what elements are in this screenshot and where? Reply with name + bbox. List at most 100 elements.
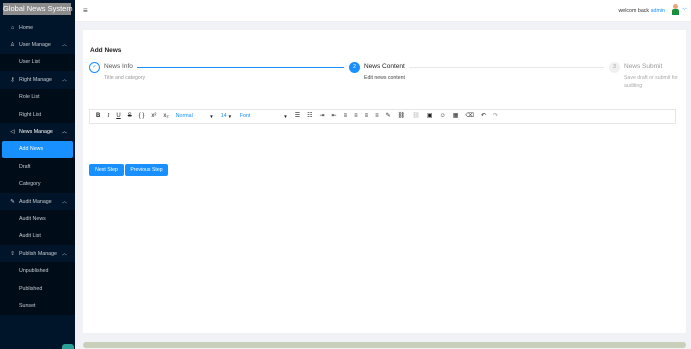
sidebar-item-right-manage[interactable]: ⚷ Right Manage ︿ [0, 71, 75, 88]
align-left-icon[interactable]: ≡ [344, 110, 348, 123]
subscript-button[interactable]: x₂ [163, 110, 168, 123]
step-2-title: News Content [364, 63, 405, 70]
sidebar-item-label: User Manage [19, 42, 51, 49]
page-title: Add News [90, 47, 122, 54]
superscript-button[interactable]: x² [151, 110, 156, 123]
sidebar-item-label: Audit Manage [19, 198, 52, 205]
font-size-value: 14 [220, 113, 227, 119]
content-card: Add News ✓ News Info Title and category … [83, 30, 686, 333]
indent-icon[interactable]: ⇥ [320, 110, 325, 123]
sidebar-item-home[interactable]: ⌂ Home [0, 19, 75, 36]
sidebar-item-draft[interactable]: Draft [0, 158, 75, 176]
sidebar-item-publish-manage[interactable]: ⇪ Publish Manage ︿ [0, 245, 75, 262]
menu-toggle-icon[interactable]: ≡ [83, 6, 88, 15]
sidebar: Global News System ⌂ Home ♙ User Manage ︿ U… [0, 0, 75, 349]
sidebar-item-label: News Manage [19, 129, 53, 136]
sidebar-item-audit-list[interactable]: Audit List [0, 227, 75, 246]
color-picker-icon[interactable]: ✎ [386, 110, 391, 123]
block-type-select[interactable]: Normal ▼ [176, 110, 214, 123]
step-2-number: 2 [349, 62, 360, 73]
sidebar-item-label: User List [19, 59, 40, 66]
sidebar-item-label: Right Manage [19, 76, 52, 83]
username: admin [650, 8, 665, 14]
link-icon[interactable]: ⛓ [398, 110, 406, 123]
strikethrough-button[interactable]: S [128, 110, 132, 123]
avatar-body [672, 9, 679, 15]
sidebar-item-label: Sunset [19, 302, 36, 309]
sidebar-item-label: Audit News [19, 215, 46, 222]
embed-icon[interactable]: ▦ [453, 110, 459, 123]
unlink-icon[interactable]: ⛓ [412, 110, 420, 123]
font-family-value: Font [239, 113, 251, 119]
editor-content-area[interactable] [89, 124, 676, 156]
sidebar-item-user-manage[interactable]: ♙ User Manage ︿ [0, 36, 75, 53]
sidebar-item-published[interactable]: Published [0, 279, 75, 298]
scrollbar-thumb[interactable] [62, 344, 74, 349]
align-right-icon[interactable]: ≡ [365, 110, 369, 123]
sidebar-item-label: Published [19, 285, 43, 292]
step-1-title: News Info [104, 63, 133, 70]
edit-icon: ✎ [10, 198, 15, 205]
sidebar-item-label: Add News [19, 146, 44, 153]
underline-button[interactable]: U [116, 110, 120, 123]
horizontal-scrollbar[interactable] [83, 342, 686, 348]
caret-down-icon: ▼ [283, 114, 288, 119]
align-center-icon[interactable]: ≡ [354, 110, 358, 123]
user-icon: ♙ [10, 42, 15, 49]
chevron-up-icon: ︿ [61, 42, 67, 49]
upload-icon: ⇪ [10, 250, 15, 257]
sidebar-item-unpublished[interactable]: Unpublished [0, 262, 75, 280]
eraser-icon[interactable]: ⌫ [465, 110, 473, 123]
welcome-label: welcom back [618, 8, 650, 14]
sidebar-item-label: Audit List [19, 233, 41, 240]
step-3-title: News Submit [624, 63, 663, 70]
sidebar-item-add-news[interactable]: Add News [2, 140, 73, 159]
redo-icon[interactable]: ↷ [493, 110, 498, 123]
previous-step-button[interactable]: Previous Step [125, 164, 168, 176]
step-connector-1 [137, 67, 344, 68]
sidebar-item-label: Role List [19, 94, 40, 101]
chevron-up-icon: ︿ [61, 77, 67, 84]
step-connector-2 [409, 67, 604, 68]
chevron-up-icon: ︿ [61, 129, 67, 136]
sidebar-item-label: Unpublished [19, 268, 49, 275]
chevron-up-icon: ︿ [61, 198, 67, 205]
key-icon: ⚷ [10, 76, 15, 83]
font-family-select[interactable]: Font ▼ [240, 110, 288, 123]
emoji-icon[interactable]: ☺ [440, 110, 446, 123]
step-3-number: 3 [609, 62, 620, 73]
next-step-button[interactable]: Next Step [89, 164, 124, 176]
sidebar-item-right-list[interactable]: Right List [0, 105, 75, 124]
sidebar-item-label: Right List [19, 111, 42, 118]
chevron-up-icon: ︿ [61, 251, 67, 258]
step-3-desc: Save draft or submit for auditing [624, 75, 678, 89]
avatar[interactable] [671, 4, 680, 15]
sidebar-menu: ⌂ Home ♙ User Manage ︿ User List ⚷ Right Man… [0, 19, 75, 315]
sidebar-item-news-manage[interactable]: ◁ News Manage ︿ [0, 123, 75, 140]
sidebar-item-role-list[interactable]: Role List [0, 88, 75, 106]
sidebar-item-audit-news[interactable]: Audit News [0, 210, 75, 228]
block-type-value: Normal [175, 113, 193, 119]
italic-button[interactable]: I [107, 110, 109, 123]
font-size-select[interactable]: 14 ▼ [221, 110, 233, 123]
sidebar-item-category[interactable]: Category [0, 175, 75, 193]
undo-icon[interactable]: ↶ [481, 110, 486, 123]
caret-down-icon: ▼ [227, 114, 233, 119]
code-button[interactable]: { } [139, 110, 145, 123]
editor-toolbar: B I U S { } x² x₂ Normal ▼ 14 ▼ Font ▼ ☰ ☷ … [89, 109, 676, 124]
sidebar-item-user-list[interactable]: User List [0, 53, 75, 72]
align-justify-icon[interactable]: ≡ [375, 110, 379, 123]
image-icon[interactable]: ▣ [427, 110, 433, 123]
caret-down-icon: ▼ [209, 114, 214, 119]
sidebar-item-audit-manage[interactable]: ✎ Audit Manage ︿ [0, 193, 75, 210]
sidebar-item-label: Category [19, 181, 41, 188]
outdent-icon[interactable]: ⇤ [332, 110, 337, 123]
bold-button[interactable]: B [96, 110, 100, 123]
sidebar-item-sunset[interactable]: Sunset [0, 297, 75, 315]
ordered-list-icon[interactable]: ☷ [307, 110, 312, 123]
unordered-list-icon[interactable]: ☰ [295, 110, 300, 123]
megaphone-icon: ◁ [10, 129, 15, 136]
app-logo: Global News System [3, 3, 73, 15]
chevron-down-icon[interactable]: ﹀ [682, 7, 687, 14]
home-icon: ⌂ [10, 24, 15, 31]
